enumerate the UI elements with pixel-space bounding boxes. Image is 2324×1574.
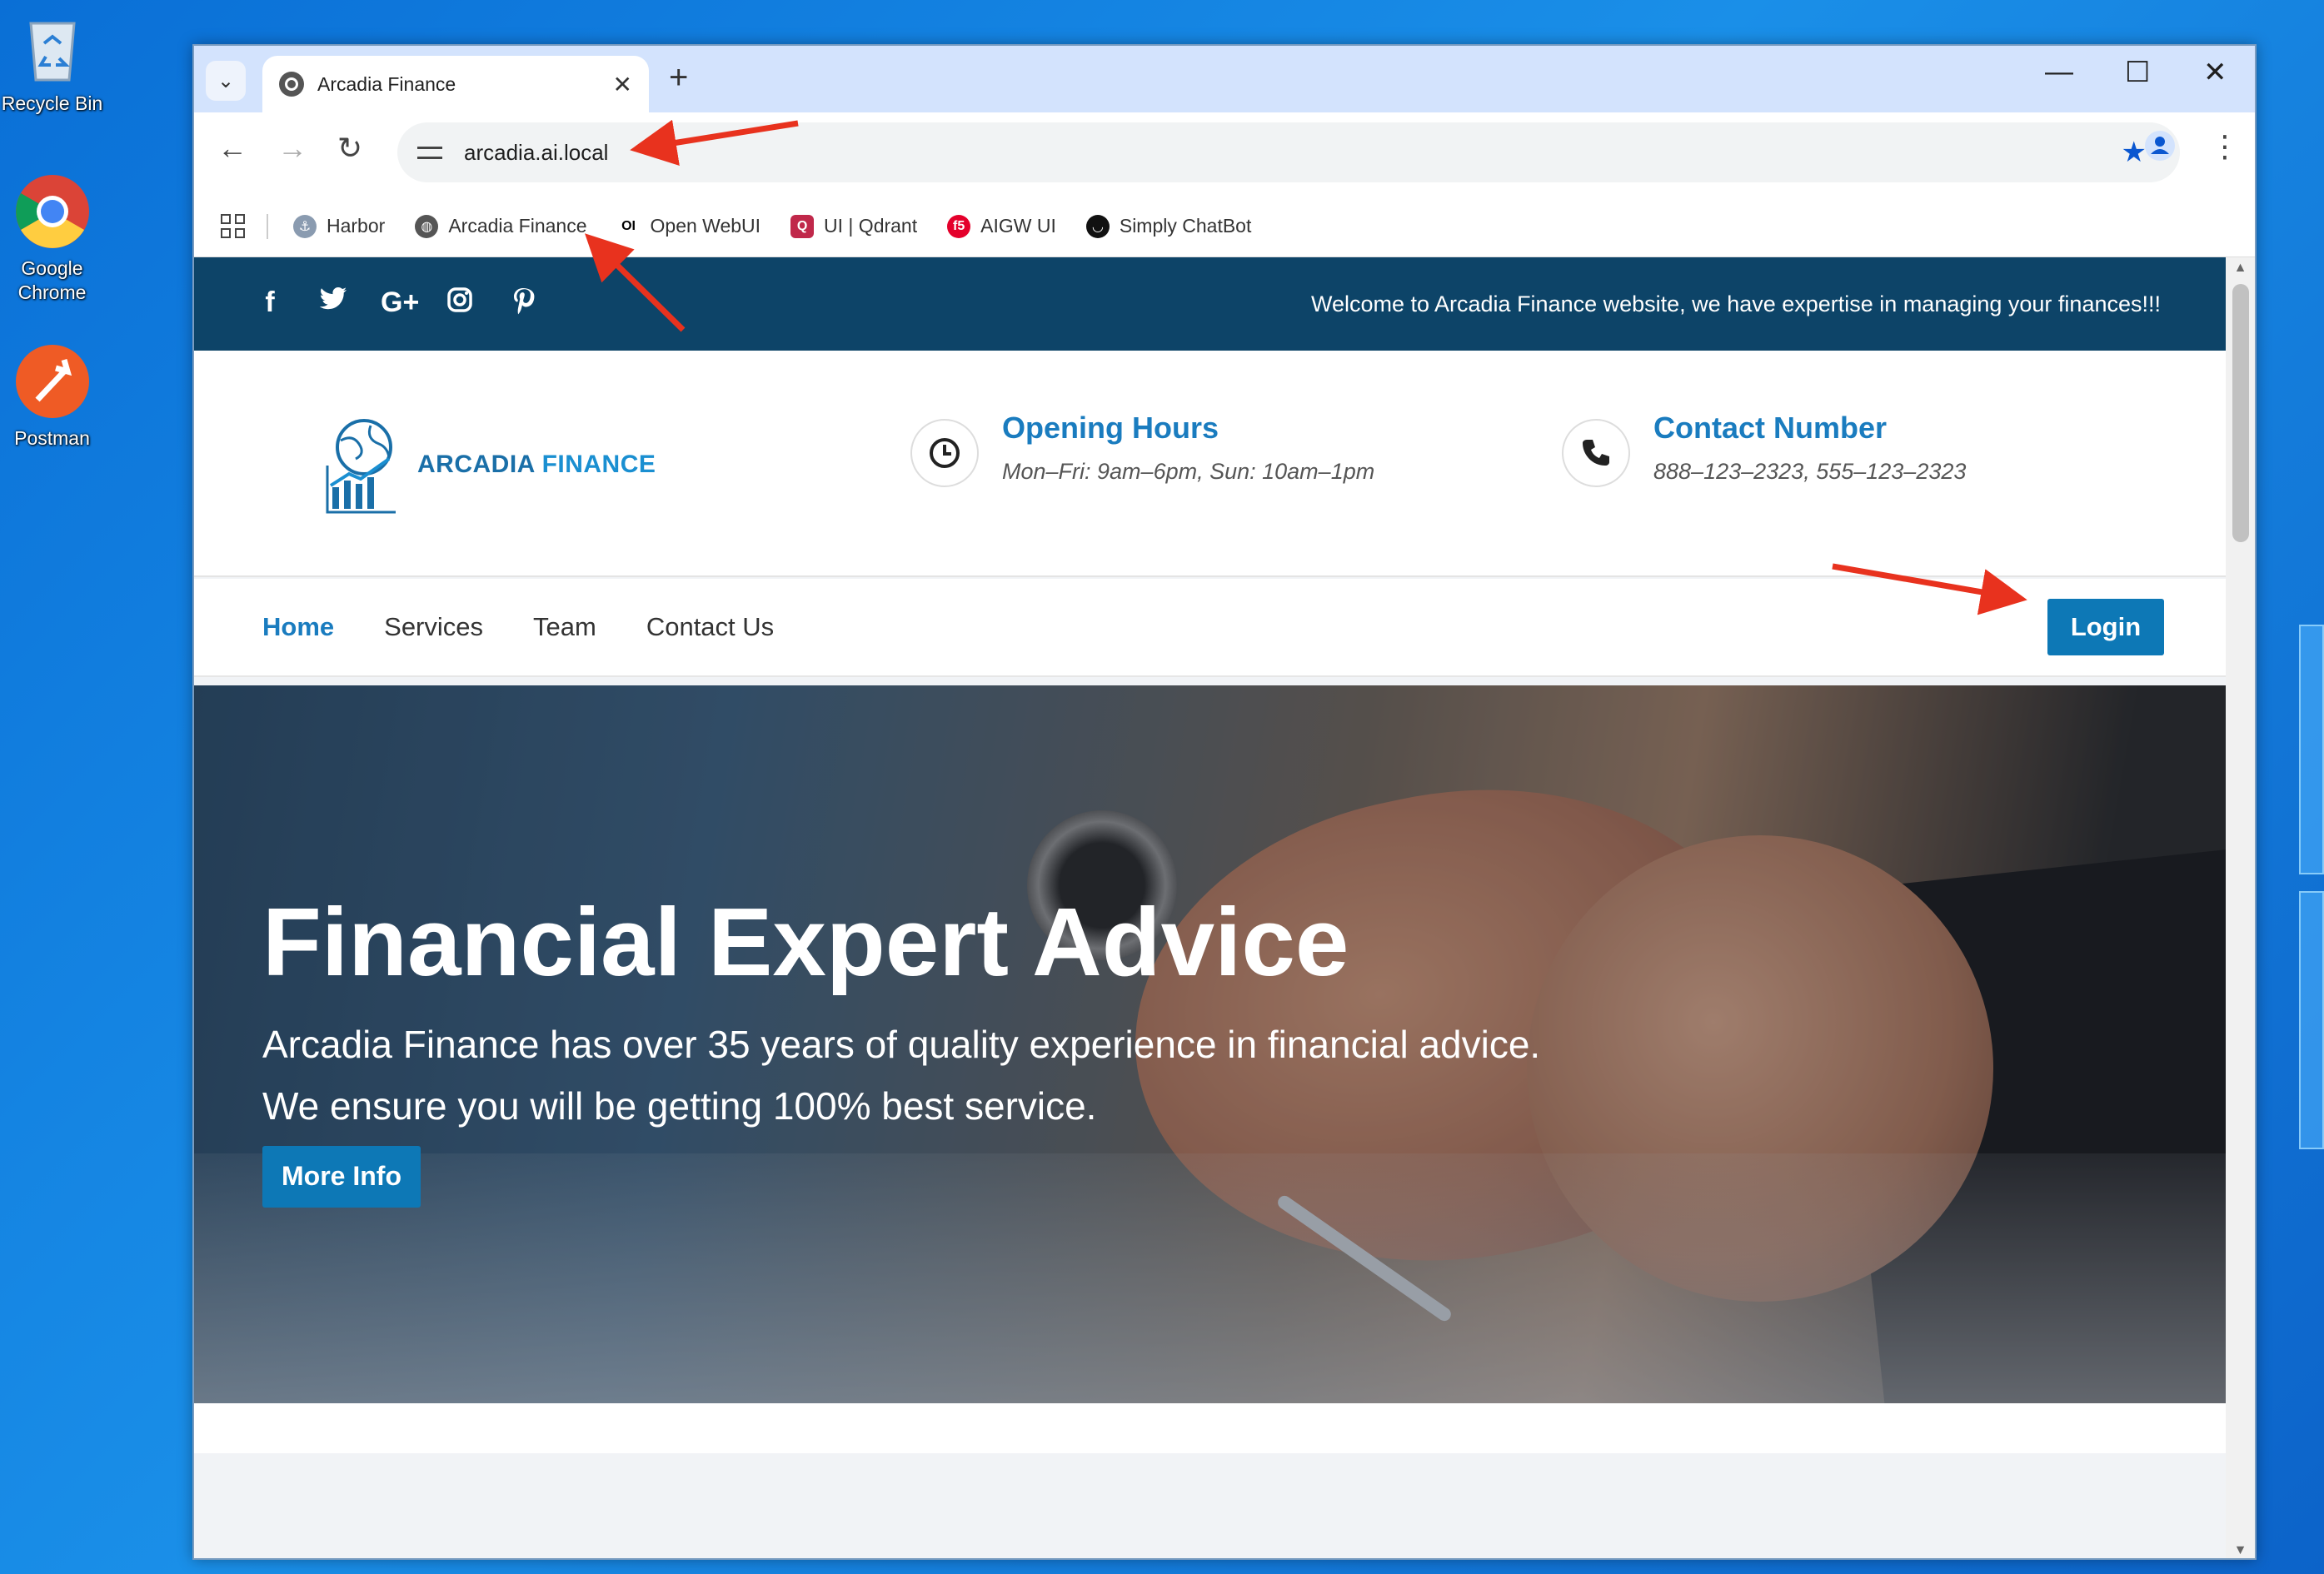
nav-home[interactable]: Home — [262, 612, 334, 642]
logo-word-finance: FINANCE — [541, 451, 656, 478]
desktop-icon-google-chrome[interactable]: Google Chrome — [0, 172, 104, 305]
apps-grid-icon[interactable] — [221, 214, 245, 238]
recycle-bin-icon — [12, 7, 92, 87]
logo-word-arcadia: ARCADIA — [417, 451, 535, 478]
hero-banner: Financial Expert Advice Arcadia Finance … — [194, 685, 2229, 1403]
new-tab-button[interactable]: + — [669, 59, 688, 97]
bookmark-arcadia-finance[interactable]: ◍ Arcadia Finance — [415, 214, 587, 238]
opening-hours-text: Mon–Fri: 9am–6pm, Sun: 10am–1pm — [1002, 459, 1375, 484]
logo-text: ARCADIA FINANCE — [417, 451, 656, 479]
close-tab-icon[interactable]: ✕ — [613, 71, 632, 98]
site-header: ARCADIA FINANCE Opening Hours Mon–Fri: 9… — [194, 351, 2229, 577]
globe-chart-logo-icon — [326, 419, 396, 514]
social-links: f G+ — [254, 286, 539, 322]
hero-title: Financial Expert Advice — [262, 888, 1349, 996]
hero-line-2: We ensure you will be getting 100% best … — [262, 1084, 1097, 1128]
bookmark-aigw-ui[interactable]: f5 AIGW UI — [947, 214, 1056, 238]
clock-icon — [910, 419, 979, 487]
opening-hours-block: Opening Hours Mon–Fri: 9am–6pm, Sun: 10a… — [910, 411, 1374, 487]
reload-button[interactable]: ↻ — [337, 131, 362, 166]
site-top-bar: f G+ Welcome to Arcadia Finance website,… — [194, 257, 2229, 351]
more-info-button[interactable]: More Info — [262, 1145, 421, 1208]
f5-icon: f5 — [947, 214, 971, 238]
bookmark-label: AIGW UI — [980, 215, 1056, 237]
minimize-button[interactable]: — — [2045, 56, 2073, 88]
profile-icon[interactable] — [2143, 129, 2177, 170]
nav-services[interactable]: Services — [384, 612, 483, 642]
forward-button[interactable]: → — [277, 131, 307, 166]
bookmark-qdrant[interactable]: Q UI | Qdrant — [790, 214, 918, 238]
bookmark-label: Open WebUI — [650, 215, 761, 237]
close-window-button[interactable]: ✕ — [2203, 56, 2227, 89]
back-button[interactable]: ← — [217, 131, 247, 166]
bookmark-label: Harbor — [327, 215, 386, 237]
page-scrollbar[interactable]: ▲ ▼ — [2226, 257, 2255, 1558]
tab-title: Arcadia Finance — [317, 72, 456, 95]
tab-arcadia-finance[interactable]: Arcadia Finance ✕ — [262, 56, 649, 112]
browser-toolbar: ← → ↻ arcadia.ai.local ★ ⋮ — [194, 112, 2255, 196]
contact-number-title: Contact Number — [1653, 411, 1888, 445]
nav-contact-us[interactable]: Contact Us — [646, 612, 774, 642]
globe-icon — [279, 72, 304, 97]
welcome-text: Welcome to Arcadia Finance website, we h… — [1310, 291, 2161, 316]
desktop-icon-label: Google Chrome — [17, 257, 87, 303]
nav-team[interactable]: Team — [533, 612, 596, 642]
opening-hours-title: Opening Hours — [1002, 411, 1219, 445]
browser-window: ⌄ Arcadia Finance ✕ + — ☐ ✕ ← → ↻ arcadi… — [192, 44, 2257, 1560]
scrollbar-thumb[interactable] — [2232, 284, 2249, 542]
bookmarks-separator — [267, 213, 268, 239]
instagram-icon[interactable] — [444, 286, 476, 322]
tab-search-button[interactable]: ⌄ — [206, 61, 246, 101]
address-bar[interactable]: arcadia.ai.local ★ — [397, 122, 2180, 182]
bookmark-label: Arcadia Finance — [448, 215, 587, 237]
desktop-icon-label: Postman — [14, 427, 90, 449]
bookmark-open-webui[interactable]: OI Open WebUI — [617, 215, 761, 238]
pinterest-icon[interactable] — [507, 286, 539, 322]
windows-logo-fragment — [2299, 625, 2324, 1158]
desktop-icon-recycle-bin[interactable]: Recycle Bin — [0, 7, 104, 116]
contact-number-block: Contact Number 888–123–2323, 555–123–232… — [1562, 411, 1966, 487]
page-viewport: f G+ Welcome to Arcadia Finance website,… — [194, 257, 2229, 1558]
chatbot-icon: ◡ — [1085, 214, 1110, 238]
scroll-down-icon[interactable]: ▼ — [2226, 1543, 2255, 1558]
qdrant-icon: Q — [790, 214, 815, 238]
twitter-icon[interactable] — [317, 286, 349, 322]
harbor-icon: ⚓ — [293, 214, 317, 238]
site-navbar: Home Services Team Contact Us Login — [194, 579, 2229, 677]
bookmark-simply-chatbot[interactable]: ◡ Simply ChatBot — [1085, 214, 1252, 238]
globe-icon: ◍ — [415, 214, 439, 238]
page-section-below-hero — [194, 1403, 2229, 1453]
hero-content: Financial Expert Advice Arcadia Finance … — [262, 888, 1541, 1208]
phone-icon — [1562, 419, 1630, 487]
login-button[interactable]: Login — [2047, 599, 2164, 655]
bookmark-harbor[interactable]: ⚓ Harbor — [293, 214, 386, 238]
menu-kebab-icon[interactable]: ⋮ — [2210, 129, 2240, 164]
bookmarks-bar: ⚓ Harbor ◍ Arcadia Finance OI Open WebUI QU… — [194, 196, 2255, 257]
bookmark-label: UI | Qdrant — [824, 215, 918, 237]
google-plus-icon[interactable]: G+ — [381, 286, 419, 322]
bookmark-label: Simply ChatBot — [1119, 215, 1252, 237]
maximize-button[interactable]: ☐ — [2125, 56, 2150, 89]
desktop-icon-postman[interactable]: Postman — [0, 341, 104, 451]
chrome-icon — [12, 172, 92, 252]
tab-strip: ⌄ Arcadia Finance ✕ + — ☐ ✕ — [194, 46, 2255, 112]
facebook-icon[interactable]: f — [254, 286, 286, 322]
site-info-icon[interactable] — [417, 142, 446, 162]
postman-icon — [12, 341, 92, 421]
scroll-up-icon[interactable]: ▲ — [2226, 261, 2255, 276]
contact-number-text: 888–123–2323, 555–123–2323 — [1653, 459, 1967, 484]
desktop-icon-label: Recycle Bin — [1, 92, 103, 114]
site-logo[interactable]: ARCADIA FINANCE — [324, 416, 656, 514]
nav-links: Home Services Team Contact Us — [262, 612, 774, 642]
hero-line-1: Arcadia Finance has over 35 years of qua… — [262, 1022, 1541, 1066]
openwebui-icon: OI — [621, 218, 636, 233]
url-text: arcadia.ai.local — [464, 139, 609, 165]
